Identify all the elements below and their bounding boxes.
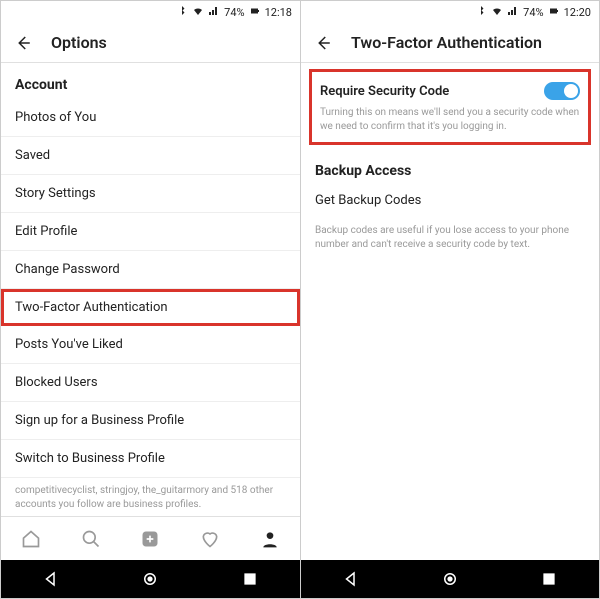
nav-back-icon[interactable]: [342, 570, 360, 588]
status-bar: 74% 12:18: [1, 1, 300, 23]
require-code-toggle[interactable]: [544, 82, 580, 100]
menu-change-password[interactable]: Change Password: [1, 251, 300, 289]
page-title: Two-Factor Authentication: [351, 33, 542, 52]
android-navbar: [301, 560, 599, 598]
heart-icon[interactable]: [199, 528, 221, 550]
bluetooth-icon: [176, 5, 188, 20]
require-code-box: Require Security Code Turning this on me…: [309, 69, 591, 145]
bottom-nav: [1, 516, 300, 560]
two-factor-content: Require Security Code Turning this on me…: [301, 63, 599, 560]
bluetooth-icon: [475, 5, 487, 20]
status-bar: 74% 12:20: [301, 1, 599, 23]
menu-blocked-users[interactable]: Blocked Users: [1, 364, 300, 402]
get-backup-codes[interactable]: Get Backup Codes: [301, 183, 599, 218]
signal-icon: [507, 5, 519, 20]
search-icon[interactable]: [80, 528, 102, 550]
menu-switch-business[interactable]: Switch to Business Profile: [1, 440, 300, 478]
require-code-label: Require Security Code: [320, 84, 449, 99]
wifi-icon: [491, 5, 503, 20]
wifi-icon: [192, 5, 204, 20]
menu-photos-of-you[interactable]: Photos of You: [1, 99, 300, 137]
nav-recent-icon[interactable]: [241, 570, 259, 588]
profile-icon[interactable]: [259, 528, 281, 550]
home-icon[interactable]: [20, 528, 42, 550]
nav-home-icon[interactable]: [441, 570, 459, 588]
add-post-icon[interactable]: [139, 528, 161, 550]
nav-back-icon[interactable]: [42, 570, 60, 588]
back-arrow-icon[interactable]: [13, 33, 33, 53]
battery-icon: [548, 5, 560, 20]
nav-home-icon[interactable]: [141, 570, 159, 588]
page-title: Options: [51, 33, 107, 52]
battery-text: 74%: [523, 6, 543, 19]
nav-recent-icon[interactable]: [540, 570, 558, 588]
menu-edit-profile[interactable]: Edit Profile: [1, 213, 300, 251]
clock-text: 12:18: [265, 6, 292, 19]
options-screen: 74% 12:18 Options Account Photos of You …: [0, 0, 300, 599]
backup-helper: Backup codes are useful if you lose acce…: [301, 218, 599, 258]
signal-icon: [208, 5, 220, 20]
battery-text: 74%: [224, 6, 244, 19]
menu-signup-business[interactable]: Sign up for a Business Profile: [1, 402, 300, 440]
business-helper: competitivecyclist, stringjoy, the_guita…: [1, 478, 300, 516]
section-account: Account: [1, 63, 300, 99]
require-code-helper: Turning this on means we'll send you a s…: [320, 106, 580, 134]
menu-saved[interactable]: Saved: [1, 137, 300, 175]
require-code-row[interactable]: Require Security Code: [320, 78, 580, 106]
header-bar: Options: [1, 23, 300, 63]
battery-icon: [249, 5, 261, 20]
backup-section: Backup Access: [301, 153, 599, 183]
back-arrow-icon[interactable]: [313, 33, 333, 53]
menu-posts-liked[interactable]: Posts You've Liked: [1, 326, 300, 364]
menu-story-settings[interactable]: Story Settings: [1, 175, 300, 213]
menu-two-factor-auth[interactable]: Two-Factor Authentication: [1, 289, 300, 326]
header-bar: Two-Factor Authentication: [301, 23, 599, 63]
clock-text: 12:20: [564, 6, 591, 19]
options-list: Account Photos of You Saved Story Settin…: [1, 63, 300, 516]
two-factor-screen: 74% 12:20 Two-Factor Authentication Requ…: [300, 0, 600, 599]
android-navbar: [1, 560, 300, 598]
